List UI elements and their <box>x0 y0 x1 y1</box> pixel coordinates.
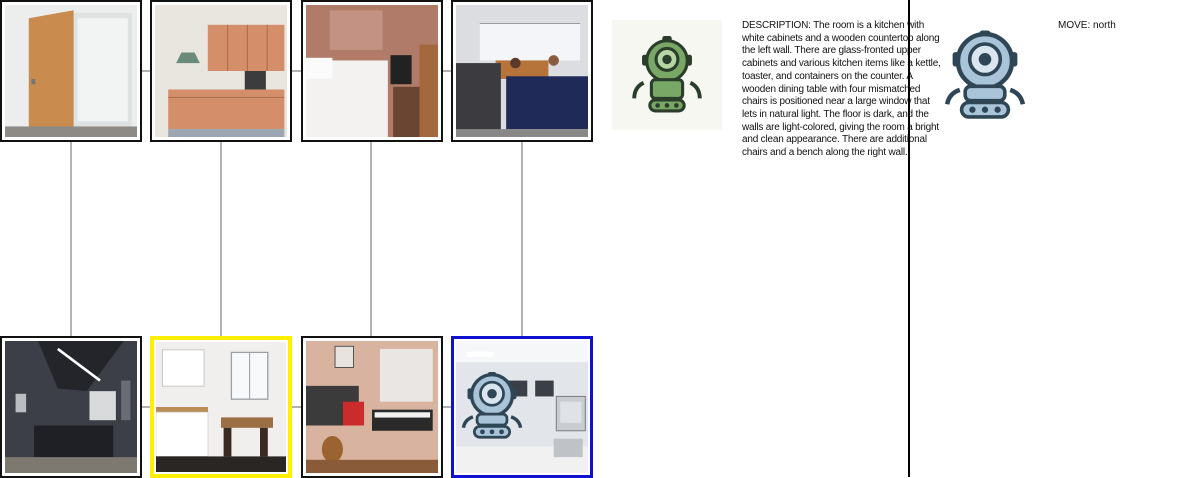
closet-image <box>5 5 137 137</box>
room-reception[interactable] <box>451 0 593 142</box>
agent-avatar-card <box>612 20 722 130</box>
room-bedroom[interactable] <box>301 0 443 142</box>
room-computer-lab[interactable] <box>451 336 593 478</box>
home-theater-image <box>5 341 137 473</box>
blue-robot-icon <box>944 30 1026 119</box>
room-map <box>0 0 600 478</box>
room-kitchen-dining[interactable] <box>150 336 292 478</box>
reception-image <box>456 5 588 137</box>
green-robot-icon <box>632 36 702 113</box>
blue-robot-icon <box>461 372 523 439</box>
panel-divider <box>908 0 910 477</box>
kitchenette-image <box>155 5 287 137</box>
room-description: DESCRIPTION: The room is a kitchen with … <box>742 20 941 159</box>
room-kitchenette[interactable] <box>150 0 292 142</box>
music-room-image <box>306 341 438 473</box>
room-music[interactable] <box>301 336 443 478</box>
bedroom-image <box>306 5 438 137</box>
move-action: MOVE: north <box>1058 20 1116 31</box>
room-home-theater[interactable] <box>0 336 142 478</box>
kitchen-dining-image <box>156 342 286 472</box>
room-closet[interactable] <box>0 0 142 142</box>
